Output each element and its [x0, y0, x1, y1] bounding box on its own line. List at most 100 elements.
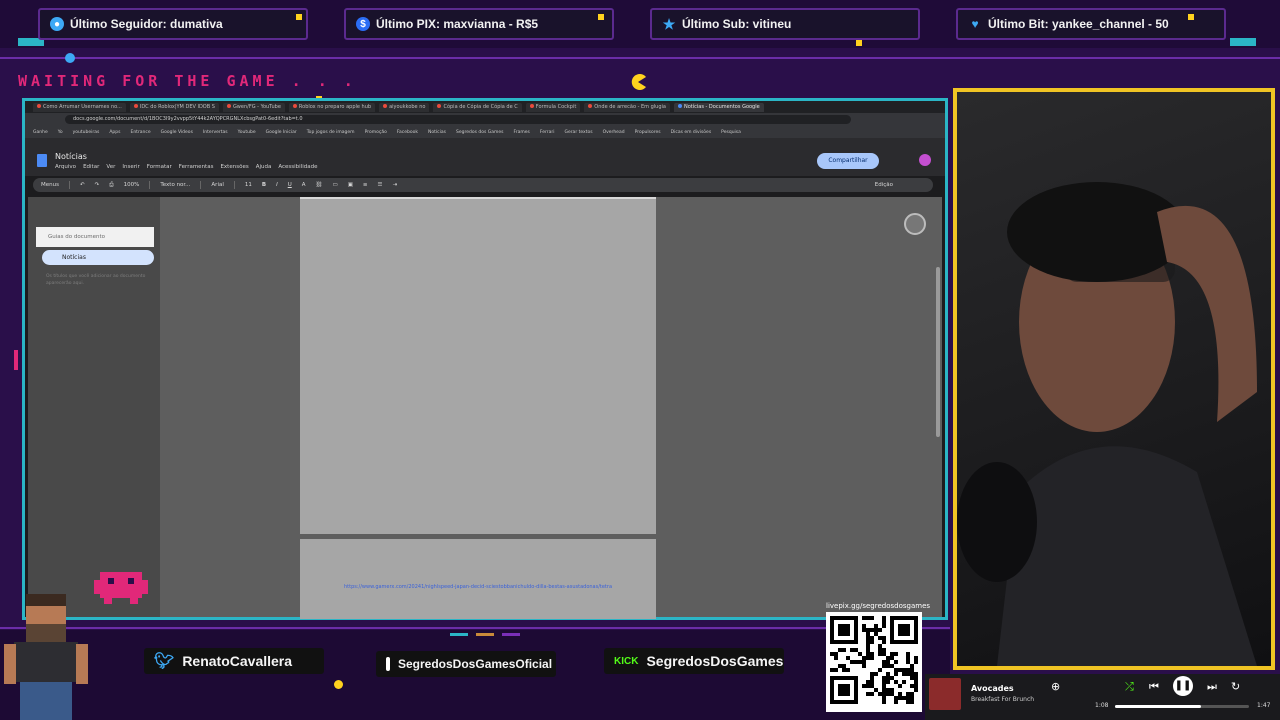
add-icon[interactable]: ⊕	[1051, 680, 1060, 693]
progress-bar[interactable]	[1115, 705, 1249, 708]
diamond-icon: ♥	[971, 17, 979, 31]
bookmark-item[interactable]: Facebook	[397, 130, 418, 135]
font-size-input[interactable]: 11	[245, 182, 252, 188]
style-select[interactable]: Texto nor...	[160, 182, 190, 188]
outline-item-label: Notícias	[62, 254, 86, 261]
bookmark-item[interactable]: Notícias	[428, 130, 446, 135]
bookmark-item[interactable]: Entrance	[130, 130, 150, 135]
indent-icon[interactable]: ⇥	[392, 182, 397, 188]
browser-tab[interactable]: Roblox no preparo apple hub	[288, 102, 376, 112]
docs-menu-item[interactable]: Ver	[106, 164, 115, 170]
docs-logo-icon[interactable]	[37, 154, 47, 167]
social-instagram-handle: SegredosDosGamesOficial	[398, 657, 553, 671]
search-menus-button[interactable]: Menus	[41, 182, 59, 188]
bookmark-item[interactable]: Propulsores	[635, 130, 661, 135]
waiting-text: WAITING FOR THE GAME . . .	[18, 72, 357, 90]
browser-tab[interactable]: IDC do Roblox|YM DEV IDOB S	[129, 102, 219, 112]
album-art	[929, 678, 961, 710]
bookmark-item[interactable]: Google Iniciar	[266, 130, 297, 135]
zoom-select[interactable]: 100%	[124, 182, 140, 188]
bookmark-item[interactable]: Overhead	[603, 130, 625, 135]
font-select[interactable]: Arial	[211, 182, 223, 188]
redo-icon[interactable]: ↷	[95, 182, 100, 188]
browser-tab[interactable]: Formula Cockpit	[525, 102, 581, 112]
url-text[interactable]: docs.google.com/document/d/1BOC3I9y2vvpp…	[65, 115, 851, 124]
qr-code[interactable]	[826, 612, 922, 712]
browser-tab[interactable]: Gwen/FG - YouTube	[222, 102, 285, 112]
docs-menu-item[interactable]: Extensões	[220, 164, 248, 170]
bookmark-item[interactable]: Pesquisa	[721, 130, 741, 135]
bookmark-item[interactable]: Segredos dos Games	[456, 130, 504, 135]
social-kick: KICK SegredosDosGames	[604, 648, 784, 674]
print-icon[interactable]: ⎙	[109, 182, 113, 189]
address-bar[interactable]: docs.google.com/document/d/1BOC3I9y2vvpp…	[25, 113, 945, 126]
bookmark-item[interactable]: Top jogos de imagem	[307, 130, 355, 135]
bookmark-item[interactable]: Yo	[58, 130, 63, 135]
docs-menu-item[interactable]: Formatar	[147, 164, 172, 170]
share-button[interactable]: Compartilhar	[817, 153, 879, 169]
alert-sub-label: Último Sub: vitineu	[682, 17, 792, 31]
bookmark-item[interactable]: Frames	[513, 130, 529, 135]
docs-menu-item[interactable]: Arquivo	[55, 164, 76, 170]
browser-tab[interactable]: Como Arrumar Usernames no...	[33, 102, 126, 112]
docs-menu-item[interactable]: Acessibilidade	[278, 164, 317, 170]
list-icon[interactable]: ☰	[378, 182, 383, 188]
bookmark-item[interactable]: Intervertas	[203, 130, 228, 135]
song-title: Avocades	[971, 684, 1014, 693]
bold-icon[interactable]: B	[262, 182, 266, 188]
moon-icon[interactable]	[904, 213, 926, 235]
bookmark-item[interactable]: Apps	[109, 130, 120, 135]
document-outline: Guias do documento Notícias Os títulos q…	[28, 197, 160, 617]
repeat-icon[interactable]: ↻	[1231, 680, 1240, 693]
bookmark-item[interactable]: Ganhe	[33, 130, 48, 135]
browser-tab-active[interactable]: Notícias - Documentos Google	[673, 102, 764, 112]
song-artist: Breakfast For Brunch	[971, 696, 1035, 703]
qr-label: livepix.gg/segredosdosgames	[826, 602, 931, 610]
comment-icon[interactable]: ▭	[332, 182, 337, 188]
alert-follower-label: Último Seguidor: dumativa	[70, 17, 223, 31]
italic-icon[interactable]: I	[276, 182, 278, 188]
docs-menu-item[interactable]: Ajuda	[256, 164, 272, 170]
browser-tab[interactable]: aiyoukkobe no	[379, 102, 430, 112]
bookmark-item[interactable]: Promoção	[365, 130, 387, 135]
document-link[interactable]: https://www.gamerx.com/20241/nighlspeed-…	[344, 583, 614, 591]
alert-bit: ♥ Último Bit: yankee_channel - 50	[956, 8, 1226, 40]
time-elapsed: 1:08	[1095, 702, 1109, 709]
undo-icon[interactable]: ↶	[80, 182, 85, 188]
bookmark-item[interactable]: youtubeiras	[73, 130, 100, 135]
editing-mode-button[interactable]: Edição	[875, 182, 893, 188]
underline-icon[interactable]: U	[288, 182, 292, 188]
decor-dot	[856, 40, 862, 46]
bookmark-item[interactable]: Gerar textos	[564, 130, 592, 135]
bookmark-item[interactable]: Youtube	[238, 130, 256, 135]
pause-button[interactable]: ❚❚	[1173, 676, 1193, 696]
bookmark-item[interactable]: Dicas em divisões	[671, 130, 712, 135]
outline-item-noticias[interactable]: Notícias	[42, 250, 154, 265]
bookmark-item[interactable]: Ferrari	[540, 130, 555, 135]
document-page[interactable]	[300, 199, 656, 534]
previous-icon[interactable]: ⏮	[1149, 680, 1159, 694]
docs-menu-item[interactable]: Editar	[83, 164, 99, 170]
decor-dot	[334, 680, 343, 689]
bookmark-item[interactable]: Google Videos	[161, 130, 193, 135]
image-icon[interactable]: ▣	[348, 182, 353, 188]
outline-header[interactable]: Guias do documento	[36, 227, 154, 247]
time-duration: 1:47	[1257, 702, 1271, 709]
next-icon[interactable]: ⏭	[1207, 680, 1217, 694]
document-title[interactable]: Notícias	[55, 152, 87, 161]
text-color-icon[interactable]: A	[302, 182, 306, 188]
docs-menu-item[interactable]: Ferramentas	[179, 164, 214, 170]
document-page[interactable]: https://www.gamerx.com/20241/nighlspeed-…	[300, 539, 656, 619]
shuffle-icon[interactable]: ⤮	[1125, 680, 1134, 694]
browser-tab[interactable]: Cópia de Cópia de Cópia de C	[433, 102, 522, 112]
docs-toolbar: Menus ↶ ↷ ⎙ 100% Texto nor... Arial 11 B…	[33, 178, 933, 192]
avatar[interactable]	[919, 154, 931, 166]
browser-tab[interactable]: Onde de arrecão - Em glugia	[584, 102, 670, 112]
toolbar-separator	[233, 181, 235, 189]
alert-sub: ★ Último Sub: vitineu	[650, 8, 920, 40]
social-instagram: SegredosDosGamesOficial	[376, 651, 556, 677]
docs-menu-item[interactable]: Inserir	[122, 164, 139, 170]
link-icon[interactable]: ⛓	[316, 182, 323, 188]
align-icon[interactable]: ≡	[363, 182, 368, 188]
scrollbar[interactable]	[936, 267, 940, 437]
